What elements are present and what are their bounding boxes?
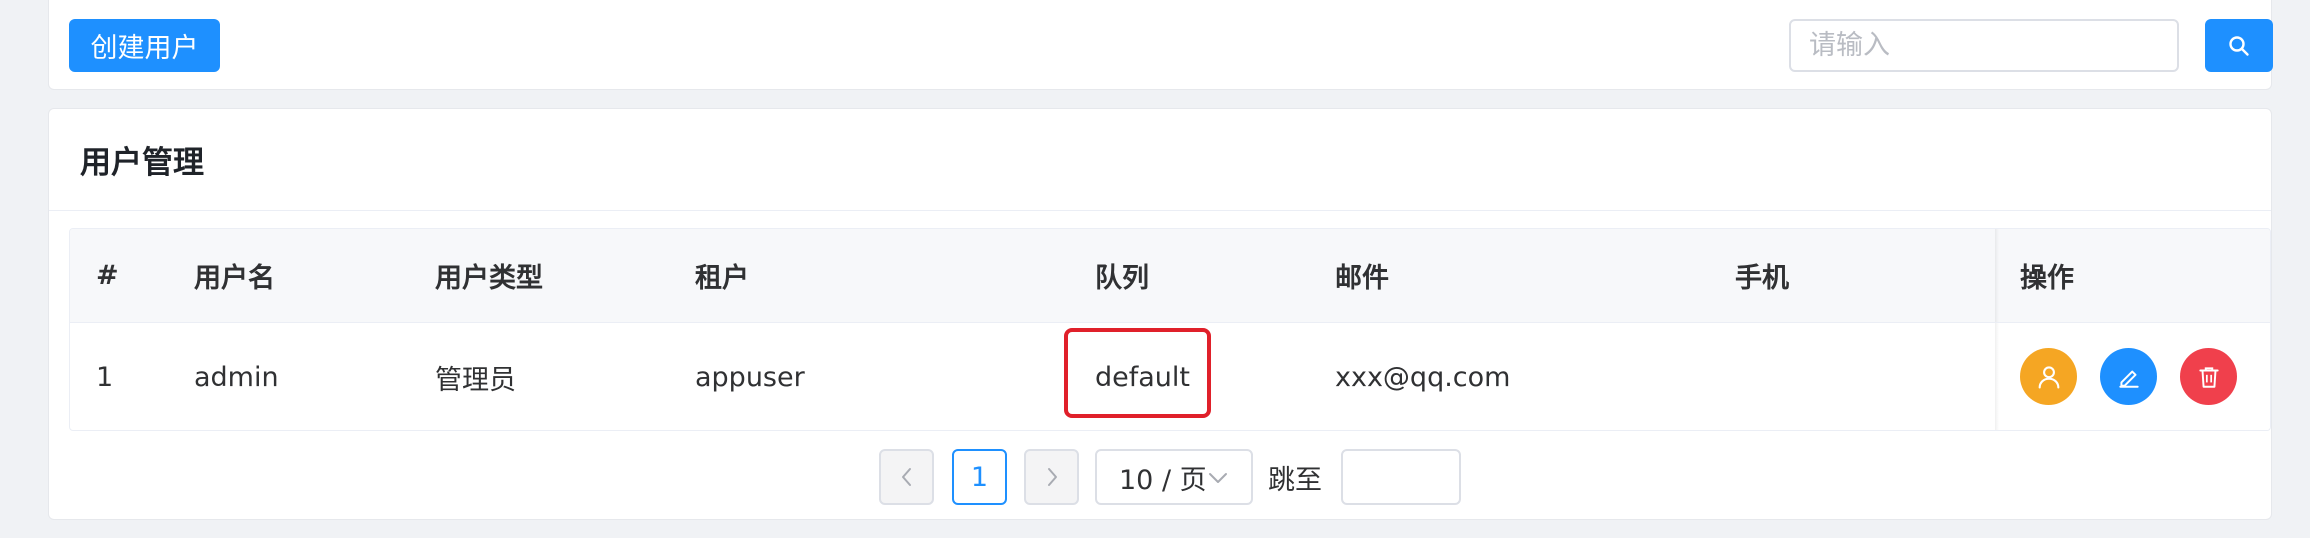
- chevron-left-icon: [901, 468, 911, 486]
- column-header-tenant: 租户: [695, 263, 749, 294]
- page-size-select[interactable]: 10 / 页: [1095, 449, 1253, 505]
- user-action-button[interactable]: [2020, 348, 2077, 405]
- toolbar: 创建用户: [48, 0, 2273, 90]
- column-header-actions: 操作: [2020, 263, 2074, 294]
- search-input[interactable]: [1789, 19, 2179, 72]
- queue-cell-highlight: [1064, 328, 1211, 418]
- cell-tenant: appuser: [695, 361, 805, 393]
- column-header-index: #: [96, 260, 119, 291]
- delete-button[interactable]: [2180, 348, 2237, 405]
- delete-icon: [2198, 366, 2219, 388]
- jump-to-label: 跳至: [1268, 464, 1322, 496]
- cell-username: admin: [194, 361, 279, 393]
- cell-index: 1: [96, 361, 114, 393]
- prev-page-button[interactable]: [879, 449, 934, 505]
- cell-user-type: 管理员: [435, 364, 516, 396]
- chevron-down-icon: [1209, 473, 1227, 483]
- cell-email: xxx@qq.com: [1335, 361, 1511, 393]
- table-header: # 用户名 用户类型 租户 队列 邮件 手机 操作: [70, 229, 2270, 323]
- column-header-username: 用户名: [194, 263, 275, 294]
- edit-button[interactable]: [2100, 348, 2157, 405]
- jump-to-page-input[interactable]: [1341, 449, 1461, 505]
- next-page-button[interactable]: [1024, 449, 1079, 505]
- page-number-current[interactable]: 1: [952, 449, 1007, 505]
- card-title: 用户管理: [49, 109, 2271, 211]
- create-user-button[interactable]: 创建用户: [69, 19, 220, 72]
- column-header-phone: 手机: [1735, 263, 1789, 294]
- column-header-user-type: 用户类型: [435, 263, 543, 294]
- search-icon: [2229, 35, 2249, 56]
- search-button[interactable]: [2205, 19, 2273, 72]
- page-size-label: 10 / 页: [1119, 464, 1207, 496]
- chevron-right-icon: [1047, 468, 1057, 486]
- column-header-email: 邮件: [1335, 263, 1389, 294]
- user-icon: [2038, 365, 2059, 389]
- column-header-queue: 队列: [1095, 263, 1149, 294]
- edit-icon: [2118, 370, 2139, 388]
